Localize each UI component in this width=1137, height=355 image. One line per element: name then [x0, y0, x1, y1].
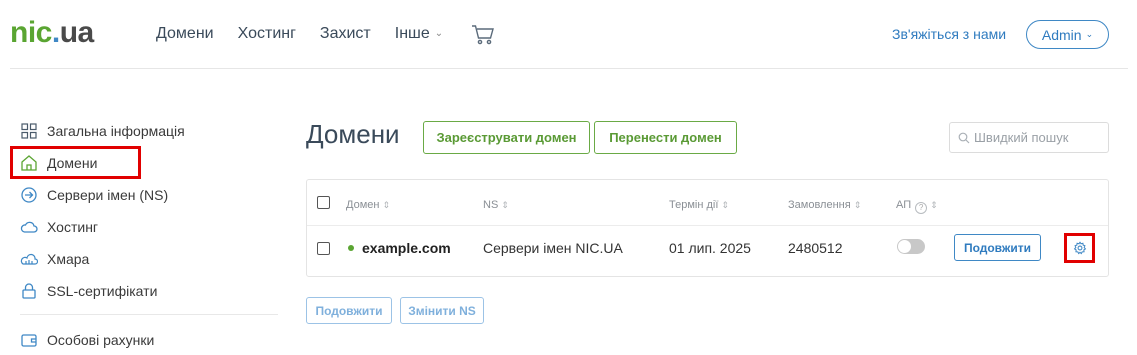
sort-icon: ⇕ — [721, 200, 729, 210]
bulk-renew-button[interactable]: Подовжити — [306, 297, 392, 324]
sort-icon: ⇕ — [930, 200, 938, 210]
sort-icon: ⇕ — [501, 200, 509, 210]
column-header-label: Домен — [346, 199, 380, 211]
register-domain-button[interactable]: Зареєструвати домен — [423, 121, 590, 154]
domains-highlight-box — [10, 146, 141, 179]
nav-label: Домени — [156, 25, 214, 42]
cloud-icon — [20, 221, 38, 233]
table-header-row: Домен ⇕ NS ⇕ Термін дії ⇕ Замовлення ⇕ АП? ⇕ — [307, 180, 1108, 226]
page-title: Домени — [306, 119, 400, 149]
sort-icon: ⇕ — [382, 200, 390, 210]
sidebar-item-label: SSL-сертифікати — [47, 283, 158, 299]
sidebar-item-cloud[interactable]: Хмара — [20, 248, 89, 270]
term-cell: 01 лип. 2025 — [669, 240, 751, 256]
column-header-label: NS — [483, 199, 499, 211]
sidebar-item-hosting[interactable]: Хостинг — [20, 216, 98, 238]
nav-label: Захист — [319, 25, 371, 42]
column-header-order[interactable]: Замовлення ⇕ — [788, 198, 861, 212]
sidebar-item-label: Загальна інформація — [47, 123, 185, 139]
nav-item-hosting[interactable]: Хостинг — [238, 24, 296, 44]
domain-settings-button[interactable] — [1064, 233, 1095, 263]
status-dot-icon — [348, 245, 354, 251]
domains-table: Домен ⇕ NS ⇕ Термін дії ⇕ Замовлення ⇕ АП? ⇕ … — [306, 179, 1109, 277]
header-divider — [10, 68, 1128, 69]
nav-label: Інше — [394, 25, 430, 42]
logo-text-nic: nic — [10, 16, 52, 49]
wallet-icon — [21, 334, 37, 347]
quick-search[interactable] — [949, 122, 1109, 153]
chevron-down-icon: ⌄ — [1085, 29, 1094, 39]
logo[interactable]: nic.ua — [10, 16, 94, 50]
arrow-circle-icon — [21, 187, 37, 203]
search-input[interactable] — [974, 130, 1104, 145]
transfer-domain-button[interactable]: Перенести домен — [594, 121, 737, 154]
order-cell[interactable]: 2480512 — [788, 240, 843, 256]
lock-icon — [22, 283, 36, 299]
contact-link[interactable]: Зв'яжіться з нами — [892, 25, 1006, 43]
ns-cell: Сервери імен NIC.UA — [483, 240, 623, 256]
cart-icon[interactable] — [471, 23, 495, 45]
sidebar-item-ssl[interactable]: SSL-сертифікати — [20, 280, 157, 302]
cloud-stack-icon — [20, 253, 38, 265]
renew-button[interactable]: Подовжити — [954, 234, 1041, 261]
column-header-autorenew[interactable]: АП? ⇕ — [896, 198, 938, 214]
row-checkbox[interactable] — [317, 242, 330, 255]
sidebar-item-label: Сервери імен (NS) — [47, 187, 169, 203]
chevron-down-icon: ⌄ — [434, 28, 444, 39]
logo-text-ua: ua — [59, 16, 95, 49]
sidebar-item-nameservers[interactable]: Сервери імен (NS) — [20, 184, 168, 206]
nav-label: Хостинг — [237, 25, 296, 42]
toggle-knob — [898, 240, 911, 253]
bulk-change-ns-button[interactable]: Змінити NS — [400, 297, 484, 324]
logo-text-dot: . — [51, 16, 60, 49]
column-header-ns[interactable]: NS ⇕ — [483, 198, 509, 212]
sidebar-item-overview[interactable]: Загальна інформація — [20, 120, 185, 142]
select-all-checkbox[interactable] — [317, 196, 330, 209]
account-menu-button[interactable]: Admin ⌄ — [1026, 20, 1109, 49]
column-header-domain[interactable]: Домен ⇕ — [346, 198, 390, 212]
gear-icon — [1073, 241, 1086, 255]
column-header-label: АП — [896, 199, 912, 211]
search-icon — [958, 132, 970, 143]
sort-icon: ⇕ — [853, 200, 862, 210]
column-header-term[interactable]: Термін дії ⇕ — [669, 198, 729, 212]
sidebar-item-label: Особові рахунки — [47, 332, 155, 348]
sidebar-divider — [20, 314, 278, 315]
top-header: nic.ua Домени Хостинг Захист Інше ⌄ Зв'яж… — [0, 0, 1137, 68]
nav-item-domains[interactable]: Домени — [156, 24, 214, 44]
grid-icon — [21, 123, 37, 139]
domain-name-link[interactable]: example.com — [362, 240, 451, 256]
sidebar-item-label: Хмара — [47, 251, 90, 267]
sidebar-item-accounts[interactable]: Особові рахунки — [20, 329, 154, 351]
sidebar-item-label: Хостинг — [47, 219, 99, 235]
help-icon[interactable]: ? — [915, 202, 928, 214]
column-header-label: Термін дії — [669, 199, 719, 211]
autorenew-toggle[interactable] — [897, 239, 925, 254]
column-header-label: Замовлення — [788, 199, 851, 211]
nav-item-other[interactable]: Інше ⌄ — [395, 24, 443, 44]
nav-item-security[interactable]: Захист — [320, 24, 371, 44]
account-label: Admin — [1041, 26, 1082, 43]
main-nav: Домени Хостинг Захист Інше ⌄ — [156, 24, 467, 44]
